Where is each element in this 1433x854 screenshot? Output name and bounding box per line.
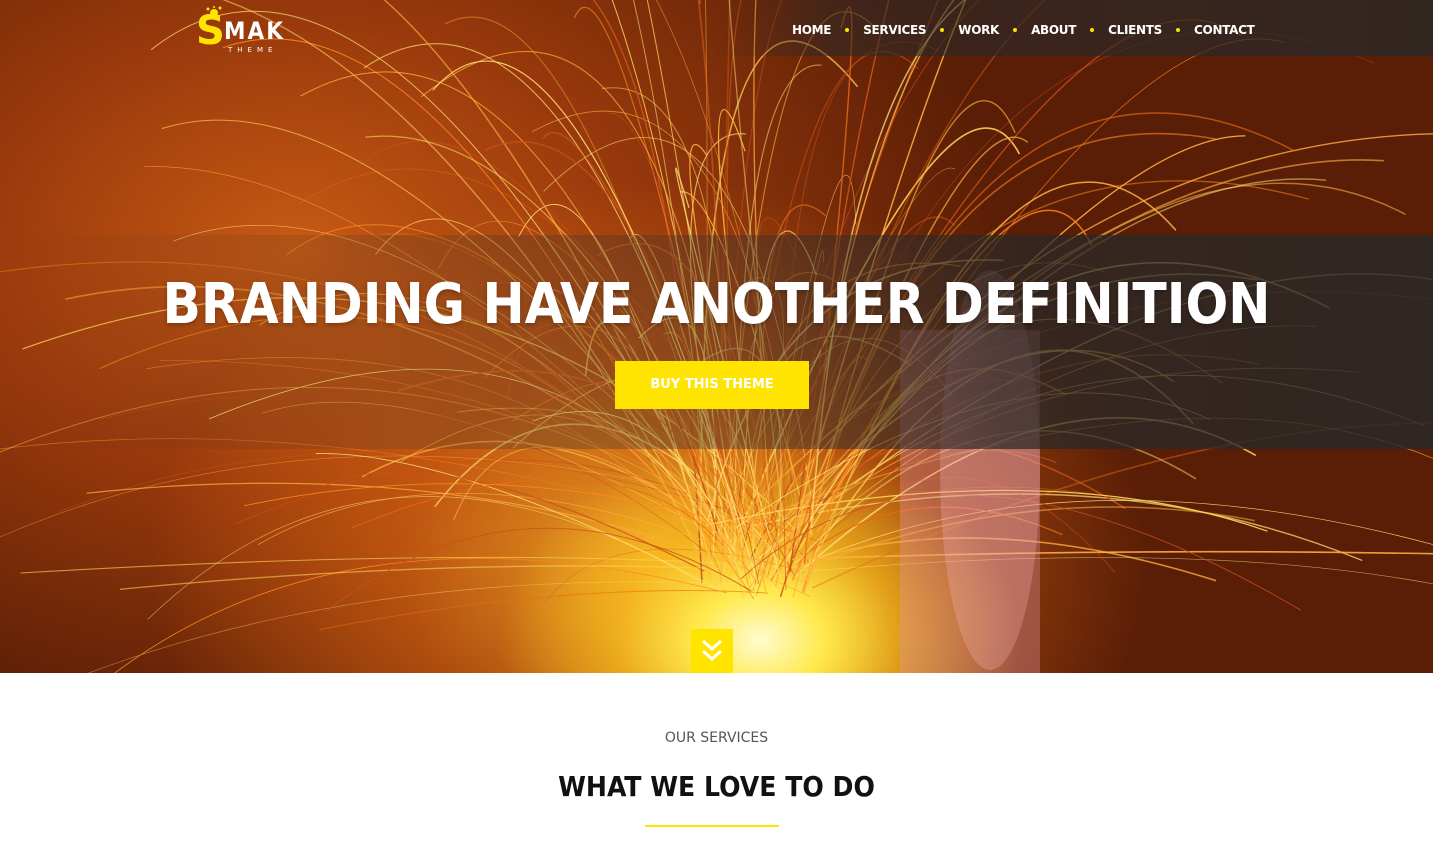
- nav-separator-dot: [1176, 28, 1181, 32]
- nav-item-work[interactable]: WORK: [958, 20, 999, 40]
- hero-overlay-band: [0, 235, 1433, 449]
- main-nav: HOME SERVICES WORK ABOUT CLIENTS CONTACT: [792, 20, 1255, 40]
- nav-separator-dot: [940, 28, 945, 32]
- nav-item-home[interactable]: HOME: [792, 20, 831, 40]
- services-divider: [645, 825, 779, 827]
- services-eyebrow: OUR SERVICES: [664, 730, 769, 746]
- scroll-down-button[interactable]: [691, 629, 733, 673]
- nav-item-contact[interactable]: CONTACT: [1194, 20, 1255, 40]
- hero-headline: BRANDING HAVE ANOTHER DEFINITION: [162, 272, 1271, 337]
- buy-theme-button[interactable]: BUY THIS THEME: [615, 361, 809, 409]
- logo-subtitle: THEME: [228, 46, 278, 54]
- nav-separator-dot: [845, 28, 850, 32]
- services-title: WHAT WE LOVE TO DO: [558, 770, 875, 803]
- logo-wordmark: MAK: [224, 17, 285, 45]
- logo-mark: S: [196, 8, 225, 54]
- double-chevron-down-icon: [702, 639, 722, 662]
- nav-item-services[interactable]: SERVICES: [863, 20, 926, 40]
- nav-separator-dot: [1013, 28, 1018, 32]
- site-logo[interactable]: S MAK THEME: [196, 6, 288, 56]
- nav-item-clients[interactable]: CLIENTS: [1108, 20, 1162, 40]
- nav-item-about[interactable]: ABOUT: [1031, 20, 1076, 40]
- nav-separator-dot: [1090, 28, 1095, 32]
- hero-section: S MAK THEME HOME SERVICES WORK ABOUT CLI…: [0, 0, 1433, 673]
